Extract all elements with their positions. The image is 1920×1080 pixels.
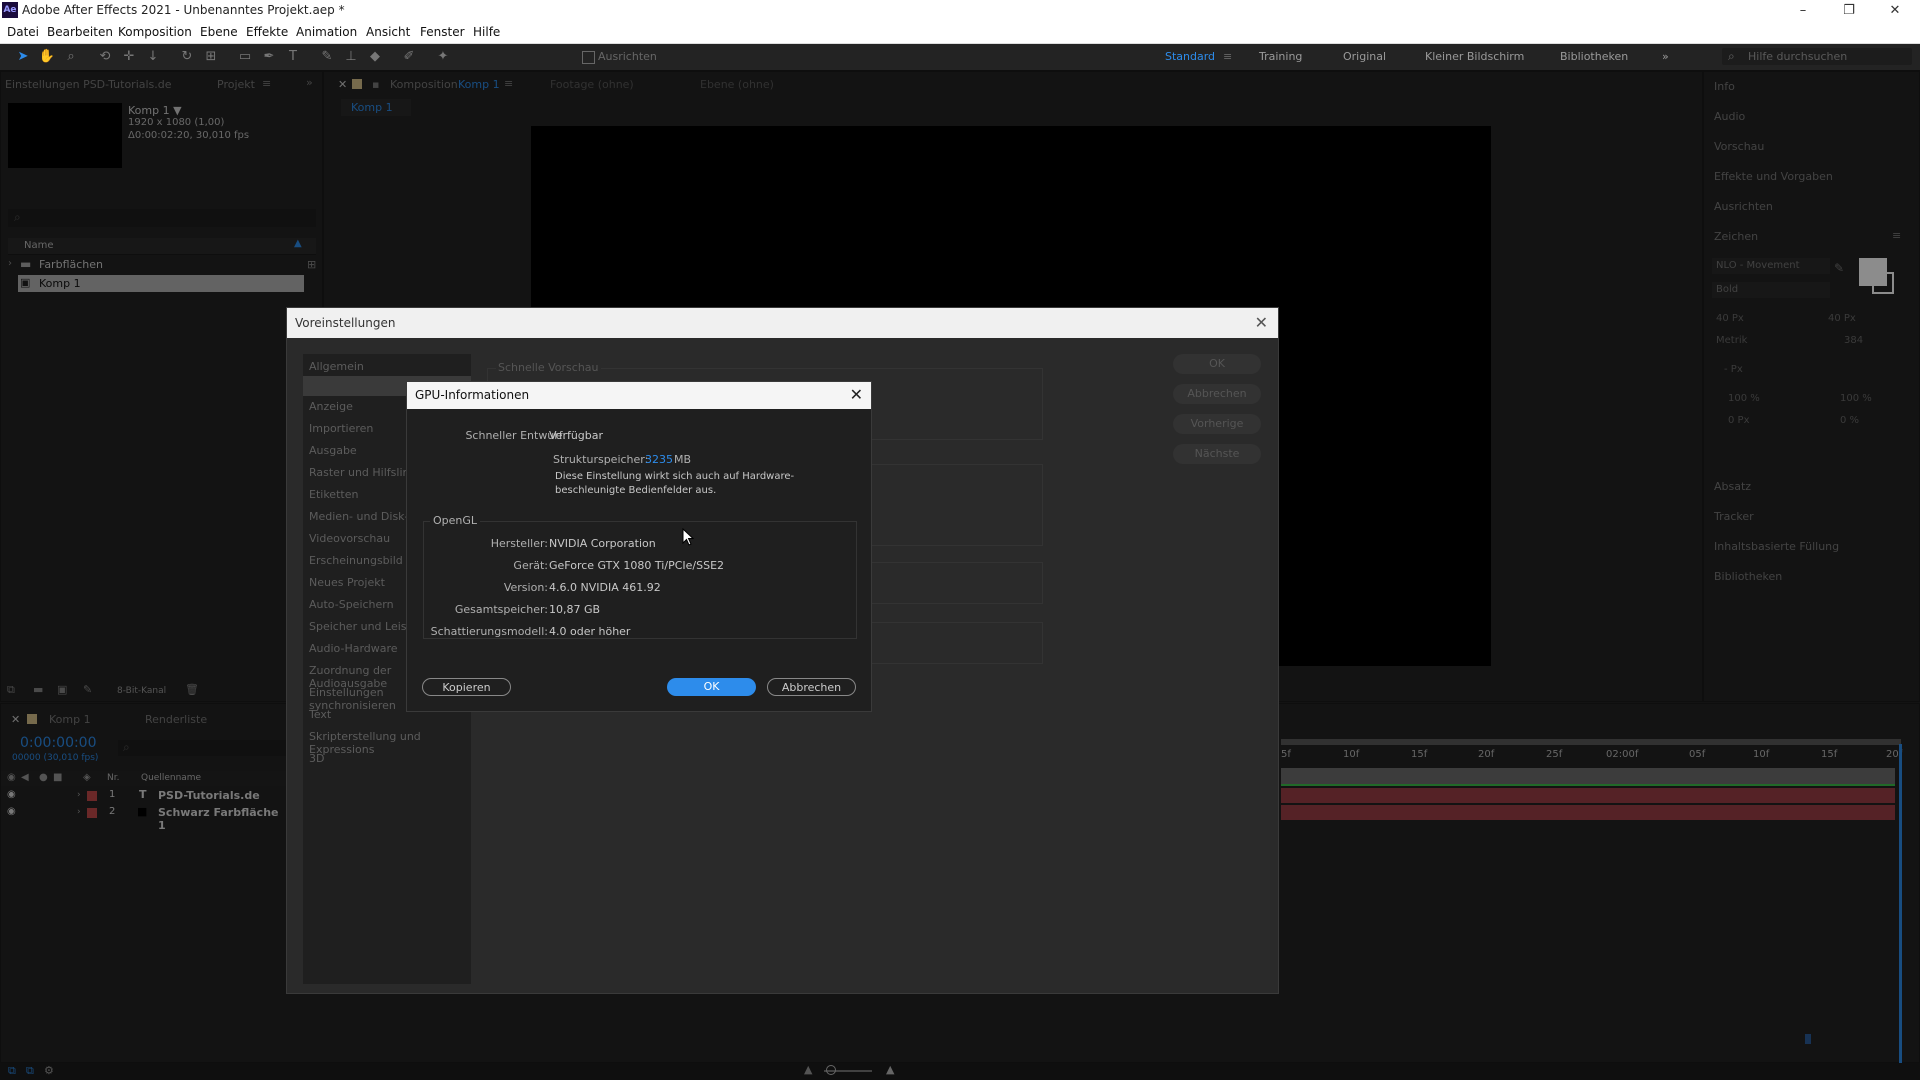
category-3d[interactable]: 3D [309, 752, 324, 765]
texture-memory-value[interactable]: 3235 [645, 453, 673, 466]
category-general[interactable]: Allgemein [309, 360, 364, 373]
menu-datei[interactable]: Datei [7, 25, 39, 39]
menu-ebene[interactable]: Ebene [200, 25, 238, 39]
restore-icon[interactable]: ❐ [1826, 0, 1872, 22]
category-import[interactable]: Importieren [309, 422, 373, 435]
roto-brush-tool-icon[interactable]: ✐ [400, 48, 418, 66]
prefs-next-button[interactable]: Nächste [1173, 444, 1261, 464]
align-label: Ausrichten [598, 50, 657, 63]
workspace-libraries[interactable]: Bibliotheken [1560, 50, 1628, 63]
orbit-tool-icon[interactable]: ⟲ [96, 48, 114, 66]
device-label: Gerät: [513, 559, 548, 572]
texture-note-line2: beschleunigte Bedienfelder aus. [555, 485, 717, 496]
rectangle-tool-icon[interactable]: ▭ [236, 48, 254, 66]
close-icon[interactable]: ✕ [850, 385, 863, 404]
fast-draft-label: Schneller Entwurf: [465, 429, 566, 442]
gpu-dialog-title: GPU-Informationen [415, 388, 530, 402]
category-auto-save[interactable]: Auto-Speichern [309, 598, 394, 611]
opengl-heading: OpenGL [430, 514, 481, 527]
vendor-value: NVIDIA Corporation [549, 537, 656, 550]
close-window-icon[interactable]: ✕ [1872, 0, 1918, 22]
menu-hilfe[interactable]: Hilfe [473, 25, 500, 39]
fast-draft-value: Verfügbar [549, 429, 604, 442]
device-value: GeForce GTX 1080 Ti/PCIe/SSE2 [549, 559, 725, 572]
category-scripting[interactable]: Skripterstellung und Expressions [309, 730, 471, 756]
gpu-dialog-titlebar: GPU-Informationen ✕ [407, 382, 871, 409]
workspace-training[interactable]: Training [1259, 50, 1302, 63]
version-label: Version: [503, 581, 548, 594]
eraser-tool-icon[interactable]: ◆ [366, 48, 384, 66]
texture-memory-unit: MB [674, 453, 692, 466]
category-text[interactable]: Text [309, 708, 331, 721]
shader-model-value: 4.0 oder höher [549, 625, 631, 638]
preferences-title: Voreinstellungen [295, 316, 396, 330]
category-video-preview[interactable]: Videovorschau [309, 532, 390, 545]
after-effects-logo-icon: Ae [2, 2, 18, 18]
ok-button[interactable]: OK [667, 678, 756, 696]
window-title: Adobe After Effects 2021 - Unbenanntes P… [22, 3, 345, 17]
workspace-menu-icon[interactable]: ≡ [1223, 50, 1232, 63]
close-icon[interactable]: ✕ [1255, 313, 1268, 332]
brush-tool-icon[interactable]: ✎ [318, 48, 336, 66]
prefs-previous-button[interactable]: Vorherige [1173, 414, 1261, 434]
text-tool-icon[interactable]: T [284, 48, 302, 66]
category-display[interactable]: Anzeige [309, 400, 353, 413]
workspace-original[interactable]: Original [1343, 50, 1386, 63]
category-appearance[interactable]: Erscheinungsbild [309, 554, 403, 567]
rotate-tool-icon[interactable]: ↻ [178, 48, 196, 66]
fast-preview-heading: Schnelle Vorschau [496, 361, 601, 374]
category-new-project[interactable]: Neues Projekt [309, 576, 385, 589]
help-search-box[interactable]: ⌕ Hilfe durchsuchen [1722, 48, 1912, 65]
prefs-ok-button[interactable]: OK [1173, 354, 1261, 374]
puppet-tool-icon[interactable]: ✦ [434, 48, 452, 66]
prefs-cancel-button[interactable]: Abbrechen [1173, 384, 1261, 404]
hand-tool-icon[interactable]: ✋ [38, 48, 56, 66]
texture-memory-label: Strukturspeicher: [553, 453, 649, 466]
window-titlebar: Ae Adobe After Effects 2021 - Unbenannte… [0, 0, 1920, 22]
pan-behind-tool-icon[interactable]: ⊞ [202, 48, 220, 66]
menu-bar: Datei Bearbeiten Komposition Ebene Effek… [0, 22, 1920, 44]
preferences-titlebar: Voreinstellungen ✕ [287, 308, 1278, 338]
workspace-small-screen[interactable]: Kleiner Bildschirm [1425, 50, 1524, 63]
selection-tool-icon[interactable]: ➤ [14, 48, 32, 66]
gpu-information-dialog: GPU-Informationen ✕ Schneller Entwurf: V… [406, 381, 872, 712]
pen-tool-icon[interactable]: ✒ [260, 48, 278, 66]
search-icon: ⌕ [1728, 49, 1735, 63]
total-memory-value: 10,87 GB [549, 603, 601, 616]
help-search-input[interactable]: Hilfe durchsuchen [1748, 50, 1847, 63]
menu-effekte[interactable]: Effekte [246, 25, 288, 39]
align-checkbox[interactable] [582, 51, 595, 64]
copy-button[interactable]: Kopieren [422, 678, 511, 696]
tools-toolbar: ➤ ✋ ⌕ ⟲ ✛ ↓ ↻ ⊞ ▭ ✒ T ✎ ⊥ ◆ ✐ ✦ Ausricht… [0, 44, 1920, 71]
cancel-button[interactable]: Abbrechen [767, 678, 856, 696]
total-memory-label: Gesamtspeicher: [454, 603, 548, 616]
category-labels[interactable]: Etiketten [309, 488, 358, 501]
menu-animation[interactable]: Animation [296, 25, 357, 39]
workspace-overflow-icon[interactable]: » [1662, 50, 1669, 63]
pan-tool-icon[interactable]: ✛ [120, 48, 138, 66]
clone-stamp-tool-icon[interactable]: ⊥ [342, 48, 360, 66]
menu-komposition[interactable]: Komposition [118, 25, 192, 39]
dolly-tool-icon[interactable]: ↓ [144, 48, 162, 66]
version-value: 4.6.0 NVIDIA 461.92 [549, 581, 661, 594]
vendor-label: Hersteller: [490, 537, 548, 550]
workspace-standard[interactable]: Standard [1165, 50, 1215, 63]
mouse-cursor-icon [682, 528, 694, 546]
shader-model-label: Schattierungsmodell: [430, 625, 548, 638]
texture-note-line1: Diese Einstellung wirkt sich auch auf Ha… [555, 471, 795, 482]
category-output[interactable]: Ausgabe [309, 444, 357, 457]
menu-fenster[interactable]: Fenster [420, 25, 465, 39]
category-audio-hardware[interactable]: Audio-Hardware [309, 642, 398, 655]
minimize-icon[interactable]: – [1780, 0, 1826, 22]
menu-bearbeiten[interactable]: Bearbeiten [47, 25, 113, 39]
menu-ansicht[interactable]: Ansicht [366, 25, 410, 39]
zoom-tool-icon[interactable]: ⌕ [62, 48, 80, 66]
